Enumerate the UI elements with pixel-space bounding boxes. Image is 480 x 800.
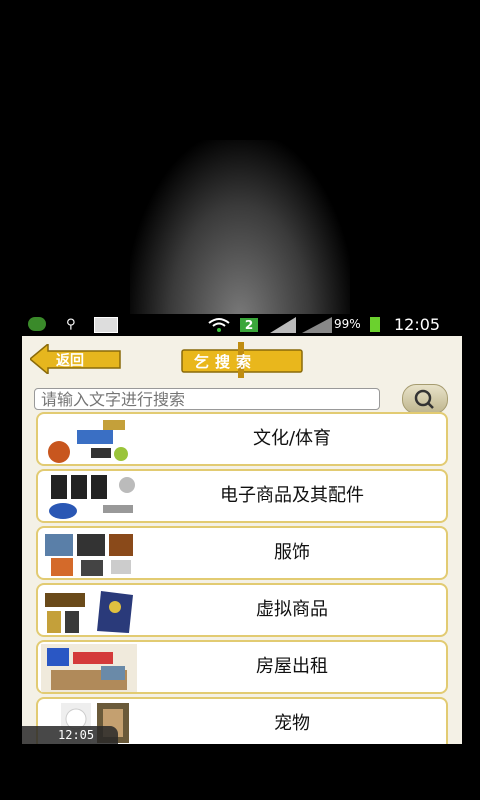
signal-icon: [270, 317, 296, 336]
logo-label: 乞搜索: [194, 353, 258, 371]
list-item[interactable]: 房屋出租: [36, 640, 448, 694]
search-icon: [414, 389, 434, 409]
category-thumbnail: [41, 530, 137, 578]
status-bar: ⚲ 2 99% 12:05: [22, 314, 462, 336]
category-label: 服饰: [274, 542, 310, 563]
app-badge-icon: [28, 317, 46, 331]
category-label: 文化/体育: [252, 428, 332, 449]
category-label: 宠物: [274, 713, 310, 734]
usb-icon: ⚲: [66, 317, 76, 332]
screenshot-icon: [94, 317, 118, 333]
category-label: 房屋出租: [256, 656, 328, 677]
back-button[interactable]: 返回: [28, 342, 122, 376]
list-item[interactable]: 电子商品及其配件: [36, 469, 448, 523]
list-item[interactable]: 虚拟商品: [36, 583, 448, 637]
background-spotlight: [130, 140, 350, 320]
status-time: 12:05: [394, 315, 441, 334]
category-thumbnail: [41, 587, 137, 635]
notification-count: 2: [240, 318, 258, 332]
wifi-icon: [208, 317, 230, 336]
category-thumbnail: [41, 644, 137, 692]
overlay-clock: 12:05: [22, 726, 118, 744]
list-item[interactable]: 服饰: [36, 526, 448, 580]
category-thumbnail: [41, 473, 137, 521]
back-label: 返回: [56, 353, 84, 369]
app-window: ⚲ 2 99% 12:05 返回 乞搜索 请输入文字进行搜索 文化/体育 电子商…: [22, 314, 462, 744]
category-label: 虚拟商品: [256, 599, 328, 620]
search-input[interactable]: [34, 388, 380, 410]
battery-text: 99%: [334, 317, 361, 331]
app-logo: 乞搜索: [180, 342, 306, 378]
category-label: 电子商品及其配件: [220, 485, 364, 506]
list-item[interactable]: 文化/体育: [36, 412, 448, 466]
category-thumbnail: [41, 416, 137, 464]
search-button[interactable]: [402, 384, 448, 414]
battery-icon: [370, 317, 380, 332]
signal-icon-2: [302, 317, 332, 336]
app-bar: 返回 乞搜索: [22, 336, 462, 388]
